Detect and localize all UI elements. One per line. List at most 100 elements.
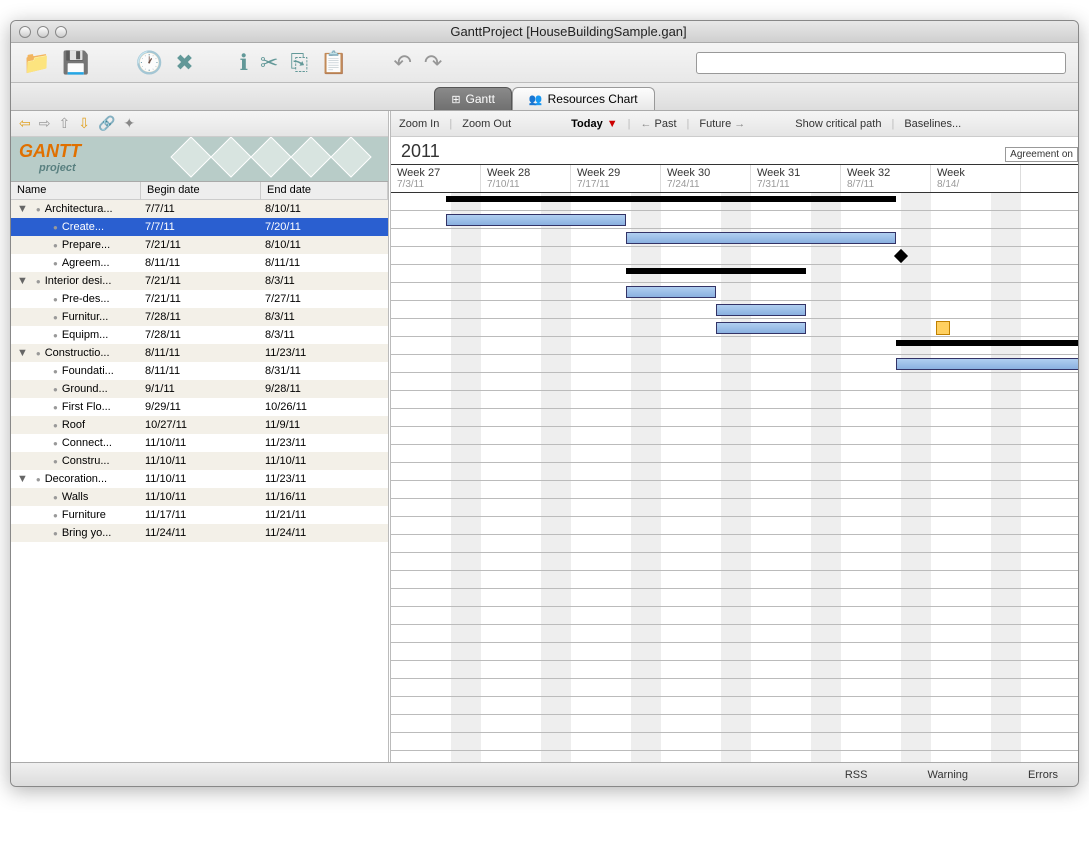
copy-icon[interactable]: ⎘	[290, 50, 308, 76]
task-name: Ground...	[62, 383, 108, 395]
task-end: 11/23/11	[261, 437, 388, 449]
nav-back-icon[interactable]: ⇦	[19, 115, 31, 132]
task-end: 8/10/11	[261, 239, 388, 251]
chart-row	[391, 247, 1078, 265]
chart-row	[391, 427, 1078, 445]
task-row[interactable]: ●Furnitur...7/28/118/3/11	[11, 308, 388, 326]
task-name: Decoration...	[45, 473, 107, 485]
task-row[interactable]: ▼●Constructio...8/11/1111/23/11	[11, 344, 388, 362]
task-row[interactable]: ▼●Decoration...11/10/1111/23/11	[11, 470, 388, 488]
year-header: 2011 Agreement on	[391, 137, 1078, 165]
redo-icon[interactable]: ↷	[424, 50, 442, 76]
chart-row	[391, 391, 1078, 409]
window-title: GanttProject [HouseBuildingSample.gan]	[67, 24, 1070, 39]
task-tree[interactable]: ▼●Architectura...7/7/118/10/11●Create...…	[11, 200, 388, 762]
task-row[interactable]: ●Equipm...7/28/118/3/11	[11, 326, 388, 344]
task-row[interactable]: ●Foundati...8/11/118/31/11	[11, 362, 388, 380]
task-end: 11/21/11	[261, 509, 388, 521]
tab-gantt[interactable]: ⊞Gantt	[434, 87, 512, 110]
note-icon[interactable]	[936, 321, 950, 335]
today-button[interactable]: Today ▼	[571, 118, 617, 130]
resources-icon: 👥	[529, 93, 543, 106]
task-row[interactable]: ●Agreem...8/11/118/11/11	[11, 254, 388, 272]
titlebar: GanttProject [HouseBuildingSample.gan]	[11, 21, 1078, 43]
nav-up-icon[interactable]: ⇧	[58, 115, 70, 132]
disclosure-icon[interactable]: ▼	[17, 203, 28, 215]
bullet-icon: ●	[53, 223, 58, 232]
minimize-button[interactable]	[37, 26, 49, 38]
banner-logo: GANTT project	[11, 137, 388, 182]
task-begin: 11/10/11	[141, 491, 261, 503]
task-row[interactable]: ●Pre-des...7/21/117/27/11	[11, 290, 388, 308]
close-button[interactable]	[19, 26, 31, 38]
task-begin: 11/10/11	[141, 473, 261, 485]
summary-bar[interactable]	[626, 268, 806, 274]
task-begin: 7/28/11	[141, 311, 261, 323]
column-name[interactable]: Name	[11, 182, 141, 199]
undo-icon[interactable]: ↶	[393, 50, 411, 76]
nav-forward-icon[interactable]: ⇨	[39, 115, 51, 132]
task-bar[interactable]	[626, 286, 716, 298]
task-row[interactable]: ●Ground...9/1/119/28/11	[11, 380, 388, 398]
task-row[interactable]: ●Bring yo...11/24/1111/24/11	[11, 524, 388, 542]
paste-icon[interactable]: 📋	[320, 50, 347, 76]
disclosure-icon[interactable]: ▼	[17, 347, 28, 359]
week-cell: Week 287/10/11	[481, 165, 571, 192]
delete-icon[interactable]: ✖	[175, 50, 193, 76]
nav-down-icon[interactable]: ⇩	[78, 115, 90, 132]
tab-resources[interactable]: 👥Resources Chart	[512, 87, 655, 110]
task-bar[interactable]	[626, 232, 896, 244]
task-row[interactable]: ●Walls11/10/1111/16/11	[11, 488, 388, 506]
task-name: Agreem...	[62, 257, 110, 269]
status-rss[interactable]: RSS	[845, 769, 868, 781]
disclosure-icon[interactable]: ▼	[17, 473, 28, 485]
task-bar[interactable]	[446, 214, 626, 226]
task-begin: 7/7/11	[141, 221, 261, 233]
task-row[interactable]: ●Connect...11/10/1111/23/11	[11, 434, 388, 452]
future-button[interactable]: Future →	[699, 118, 745, 130]
link-icon[interactable]: 🔗	[98, 115, 115, 132]
bullet-icon: ●	[53, 439, 58, 448]
open-icon[interactable]: 📁	[23, 50, 50, 76]
bullet-icon: ●	[53, 313, 58, 322]
critical-path-button[interactable]: Show critical path	[795, 118, 881, 130]
unlink-icon[interactable]: ✦	[123, 115, 135, 132]
summary-bar[interactable]	[446, 196, 896, 202]
zoom-in-button[interactable]: Zoom In	[399, 118, 439, 130]
bullet-icon: ●	[53, 331, 58, 340]
info-icon[interactable]: ℹ	[240, 50, 248, 76]
task-row[interactable]: ●Roof10/27/1111/9/11	[11, 416, 388, 434]
task-row[interactable]: ●First Flo...9/29/1110/26/11	[11, 398, 388, 416]
past-button[interactable]: ← Past	[640, 118, 676, 130]
task-row[interactable]: ●Constru...11/10/1111/10/11	[11, 452, 388, 470]
zoom-out-button[interactable]: Zoom Out	[462, 118, 511, 130]
task-row[interactable]: ●Furniture11/17/1111/21/11	[11, 506, 388, 524]
task-bar[interactable]	[716, 322, 806, 334]
zoom-button[interactable]	[55, 26, 67, 38]
save-icon[interactable]: 💾	[62, 50, 89, 76]
milestone-diamond[interactable]	[894, 249, 908, 263]
status-warning[interactable]: Warning	[927, 769, 968, 781]
cut-icon[interactable]: ✂	[260, 50, 278, 76]
status-errors[interactable]: Errors	[1028, 769, 1058, 781]
search-input[interactable]	[696, 52, 1066, 74]
baselines-button[interactable]: Baselines...	[904, 118, 961, 130]
task-row[interactable]: ▼●Interior desi...7/21/118/3/11	[11, 272, 388, 290]
disclosure-icon[interactable]: ▼	[17, 275, 28, 287]
chart-row	[391, 499, 1078, 517]
task-bar[interactable]	[896, 358, 1078, 370]
summary-bar[interactable]	[896, 340, 1078, 346]
task-bar[interactable]	[716, 304, 806, 316]
column-begin[interactable]: Begin date	[141, 182, 261, 199]
bullet-icon: ●	[53, 529, 58, 538]
week-cell: Week 297/17/11	[571, 165, 661, 192]
clock-icon[interactable]: 🕐	[136, 50, 163, 76]
week-cell: Week 328/7/11	[841, 165, 931, 192]
task-row[interactable]: ●Create...7/7/117/20/11	[11, 218, 388, 236]
week-cell: Week 317/31/11	[751, 165, 841, 192]
column-end[interactable]: End date	[261, 182, 388, 199]
chart-row	[391, 481, 1078, 499]
gantt-chart[interactable]	[391, 193, 1078, 762]
task-row[interactable]: ▼●Architectura...7/7/118/10/11	[11, 200, 388, 218]
task-row[interactable]: ●Prepare...7/21/118/10/11	[11, 236, 388, 254]
